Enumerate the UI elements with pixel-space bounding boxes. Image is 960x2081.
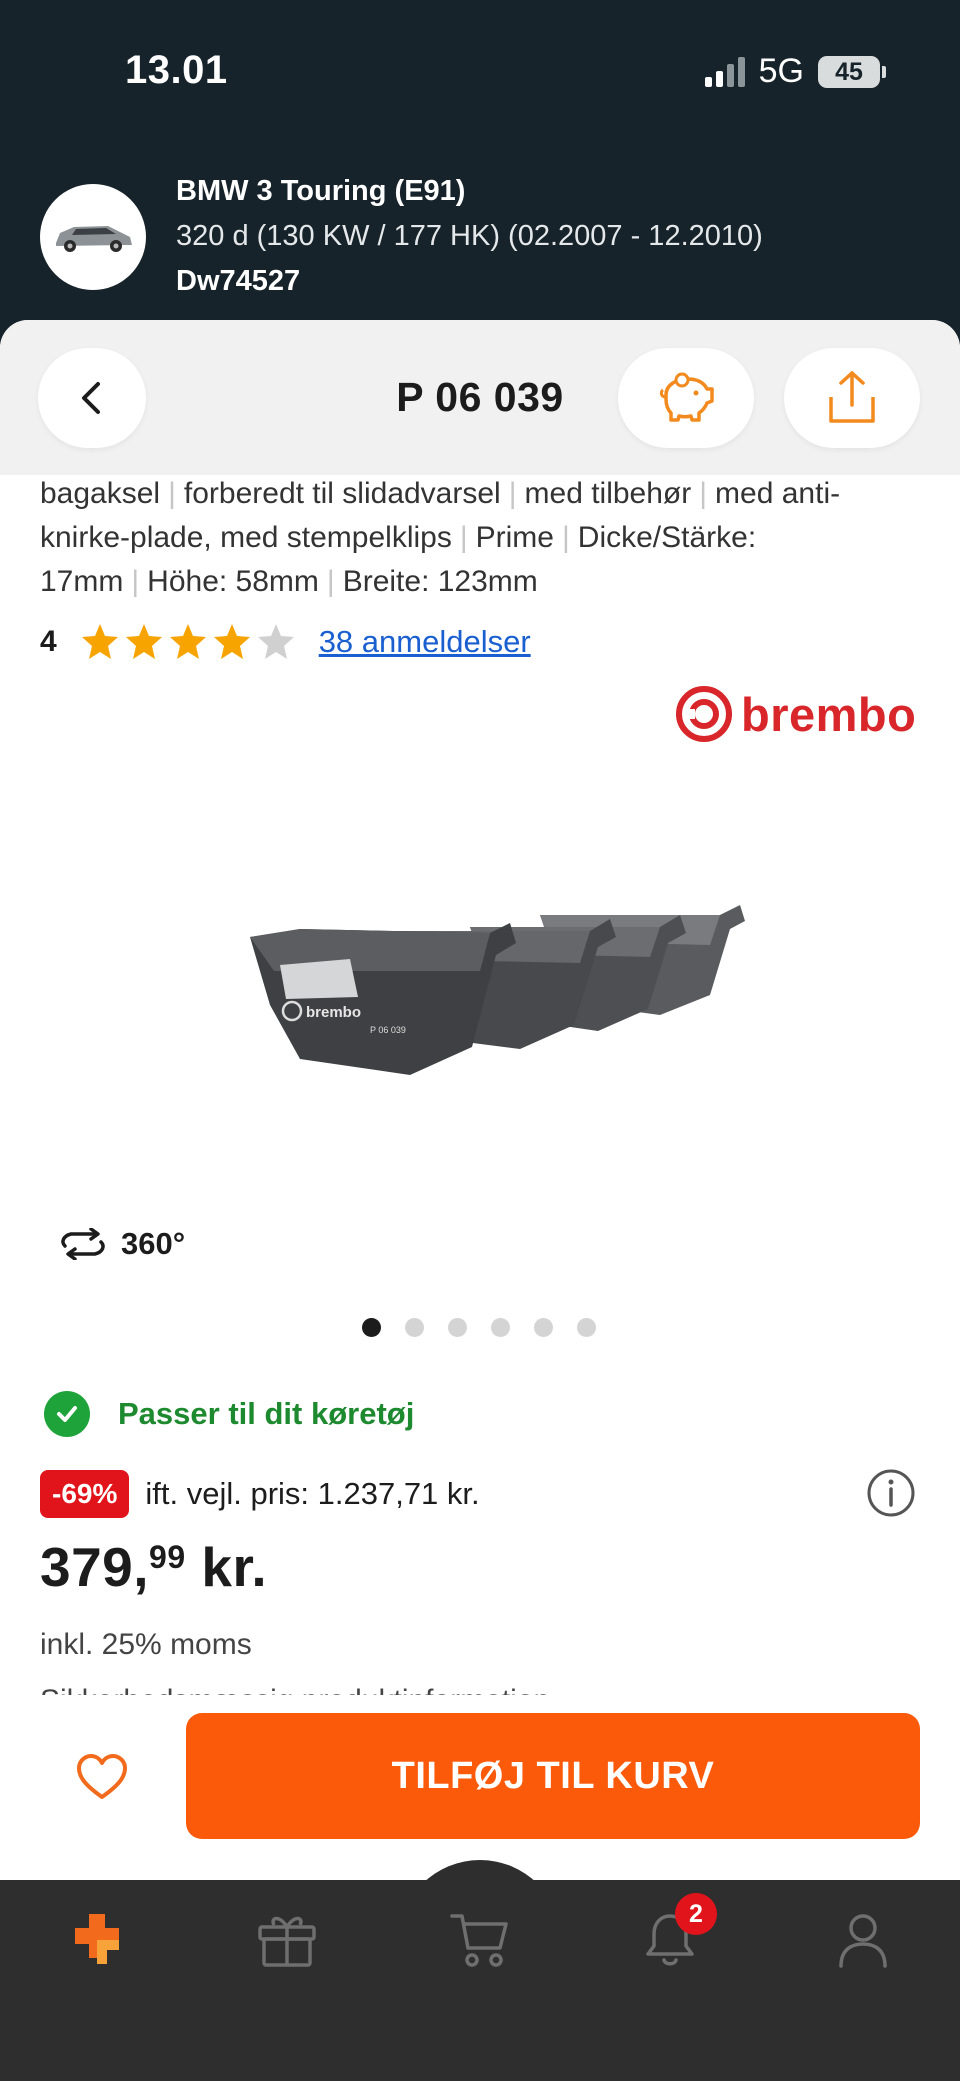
- carousel-dots[interactable]: [362, 1318, 596, 1337]
- product-attributes: bagaksel | forberedt til slidadvarsel | med …: [40, 477, 841, 598]
- favorite-button[interactable]: [70, 1745, 134, 1809]
- svg-text:brembo: brembo: [306, 1004, 361, 1021]
- vehicle-name: BMW 3 Touring (E91): [176, 175, 466, 207]
- rotate-360-button[interactable]: 360°: [57, 1226, 185, 1262]
- carousel-dot[interactable]: [448, 1318, 467, 1337]
- price-decimals: 99: [149, 1539, 186, 1575]
- rotate-360-label: 360°: [121, 1226, 186, 1261]
- signal-icon: [704, 56, 745, 87]
- chevron-left-icon: [82, 382, 100, 414]
- vehicle-code: Dw74527: [176, 265, 301, 297]
- discount-row: -69% ift. vejl. pris: 1.237,71 kr.: [40, 1470, 480, 1518]
- price: 379,99 kr.: [40, 1535, 267, 1599]
- product-image[interactable]: brembo P 06 039: [240, 885, 760, 1105]
- rotate-360-icon: [61, 1228, 105, 1260]
- home-logo-icon: [75, 1914, 119, 1964]
- savings-button[interactable]: [618, 348, 754, 448]
- star-filled-icon: [169, 624, 206, 659]
- attribute: Prime: [475, 521, 554, 554]
- rrp-price: ift. vejl. pris: 1.237,71 kr.: [145, 1476, 480, 1511]
- network-label: 5G: [758, 52, 804, 90]
- cart-icon: [450, 1914, 508, 1967]
- add-to-cart-button[interactable]: TILFØJ TIL KURV: [186, 1713, 920, 1839]
- fitment-status: Passer til dit køretøj: [44, 1391, 414, 1437]
- brand-logo: brembo: [675, 685, 916, 743]
- heart-icon: [77, 1754, 127, 1799]
- gift-icon: [258, 1916, 316, 1967]
- status-indicators: 5G 45: [704, 52, 886, 91]
- rating-stars: [79, 622, 297, 662]
- reviews-link[interactable]: 38 anmeldelser: [319, 624, 531, 660]
- rating-row: 4 38 anmeldelser: [40, 622, 531, 662]
- check-circle-icon: [44, 1391, 90, 1437]
- carousel-dot[interactable]: [534, 1318, 553, 1337]
- carousel-dot[interactable]: [405, 1318, 424, 1337]
- tab-cart[interactable]: [435, 1895, 525, 1985]
- carousel-dot[interactable]: [577, 1318, 596, 1337]
- tab-home[interactable]: [52, 1895, 142, 1985]
- vehicle-spec: 320 d (130 KW / 177 HK) (02.2007 - 12.20…: [176, 220, 763, 252]
- attribute: forberedt til slidadvarsel: [183, 477, 501, 510]
- star-empty-icon: [257, 624, 294, 659]
- attribute: bagaksel: [40, 477, 161, 510]
- user-icon: [839, 1914, 887, 1968]
- attribute: med tilbehør: [524, 477, 692, 510]
- attribute: Höhe: 58mm: [147, 565, 319, 598]
- piggy-bank-icon: [659, 372, 714, 422]
- carousel-dot[interactable]: [491, 1318, 510, 1337]
- notification-badge: 2: [675, 1893, 717, 1935]
- star-filled-icon: [125, 624, 162, 659]
- status-time: 13.01: [125, 48, 228, 92]
- discount-badge: -69%: [40, 1470, 130, 1518]
- vat-note: inkl. 25% moms: [40, 1628, 252, 1661]
- price-unit: kr.: [185, 1536, 268, 1598]
- info-icon[interactable]: [866, 1468, 916, 1518]
- star-filled-icon: [81, 624, 118, 659]
- brembo-logo-icon: [676, 686, 732, 742]
- back-button[interactable]: [38, 348, 146, 448]
- brand-name: brembo: [741, 687, 917, 741]
- star-filled-icon: [213, 624, 250, 659]
- fitment-text: Passer til dit køretøj: [118, 1396, 415, 1431]
- brake-pad-front: brembo P 06 039: [250, 923, 516, 1075]
- svg-text:P 06 039: P 06 039: [370, 1025, 406, 1035]
- carousel-dot[interactable]: [362, 1318, 381, 1337]
- vehicle-header: 13.01 5G 45 BMW 3 Touring (E91) 320 d (1…: [0, 0, 960, 345]
- share-button[interactable]: [784, 348, 920, 448]
- price-main: 379,: [40, 1536, 150, 1598]
- selected-vehicle[interactable]: BMW 3 Touring (E91) 320 d (130 KW / 177 …: [40, 175, 763, 298]
- attribute: Breite: 123mm: [342, 565, 538, 598]
- tab-account[interactable]: [818, 1895, 908, 1985]
- page-title: P 06 039: [396, 374, 564, 420]
- tab-gifts[interactable]: [242, 1895, 332, 1985]
- car-icon: [40, 183, 146, 290]
- share-icon: [829, 371, 875, 423]
- rating-value: 4: [40, 625, 57, 658]
- battery-icon: 45: [818, 55, 886, 88]
